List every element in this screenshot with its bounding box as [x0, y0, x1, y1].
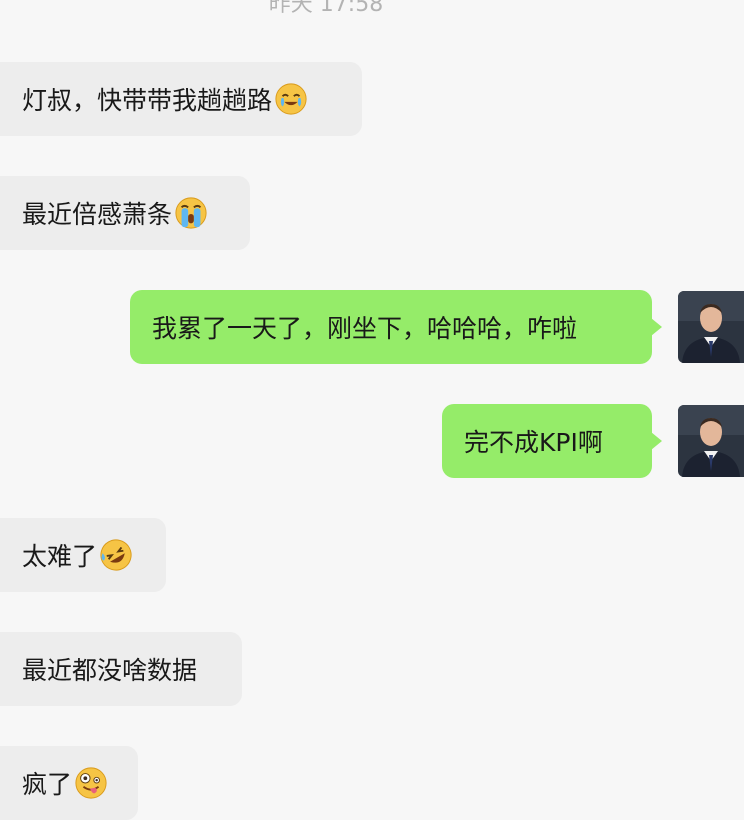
- message-bubble[interactable]: 最近都没啥数据: [0, 632, 242, 706]
- message-row-incoming: 太难了: [0, 518, 166, 592]
- message-text: 灯叔，快带带我趟趟路: [22, 86, 273, 115]
- message-text: 疯了: [22, 770, 73, 799]
- message-row-outgoing: 我累了一天了，刚坐下，哈哈哈，咋啦: [130, 290, 744, 364]
- message-text: 最近倍感萧条: [22, 200, 173, 229]
- message-bubble[interactable]: 我累了一天了，刚坐下，哈哈哈，咋啦: [130, 290, 662, 364]
- chat-view: 昨天 17:58 灯叔，快带带我趟趟路 最近倍感萧条 我累了一天了，刚坐下，哈哈…: [0, 0, 744, 820]
- avatar[interactable]: [678, 291, 744, 363]
- message-timestamp: 昨天 17:58: [268, 0, 384, 17]
- message-bubble[interactable]: 太难了: [0, 518, 166, 592]
- message-row-incoming: 最近都没啥数据: [0, 632, 242, 706]
- message-text: 完不成KPI啊: [464, 428, 603, 457]
- message-bubble[interactable]: 最近倍感萧条: [0, 176, 250, 250]
- message-row-outgoing: 完不成KPI啊: [442, 404, 744, 478]
- avatar[interactable]: [678, 405, 744, 477]
- avatar-image: [678, 405, 744, 477]
- avatar-image: [678, 291, 744, 363]
- crying-smile-emoji: [275, 83, 307, 115]
- message-text: 最近都没啥数据: [22, 656, 198, 685]
- message-text: 太难了: [22, 542, 98, 571]
- message-row-incoming: 灯叔，快带带我趟趟路: [0, 62, 362, 136]
- message-bubble[interactable]: 完不成KPI啊: [442, 404, 662, 478]
- rolling-laughing-emoji: [100, 539, 132, 571]
- message-row-incoming: 疯了: [0, 746, 138, 820]
- message-text: 我累了一天了，刚坐下，哈哈哈，咋啦: [152, 314, 578, 343]
- message-bubble[interactable]: 疯了: [0, 746, 138, 820]
- loudly-crying-emoji: [175, 197, 207, 229]
- message-bubble[interactable]: 灯叔，快带带我趟趟路: [0, 62, 362, 136]
- zany-face-emoji: [75, 767, 107, 799]
- message-row-incoming: 最近倍感萧条: [0, 176, 250, 250]
